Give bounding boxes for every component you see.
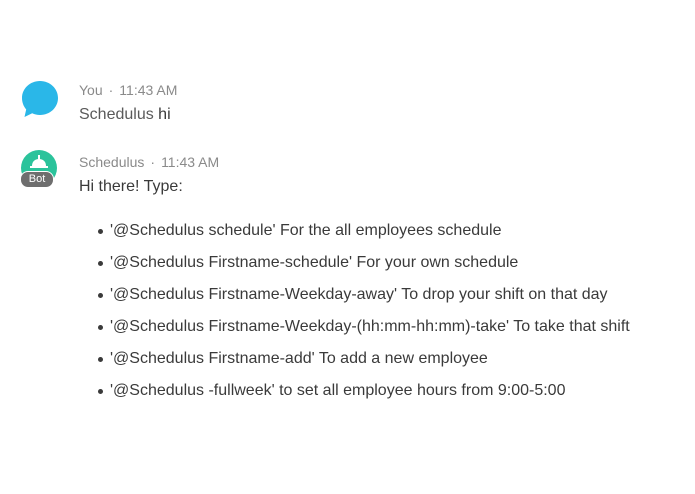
list-item: '@Schedulus schedule' For the all employ… <box>98 221 630 253</box>
bot-badge: Bot <box>20 171 54 188</box>
message-time: 11:43 AM <box>119 82 178 98</box>
mention[interactable]: Schedulus <box>79 106 154 123</box>
list-item: '@Schedulus Firstname-Weekday-away' To d… <box>98 285 630 317</box>
meta-separator: · <box>108 82 114 98</box>
message-meta: You · 11:43 AM <box>79 82 177 98</box>
meta-separator: · <box>150 154 156 170</box>
list-item: '@Schedulus Firstname-Weekday-(hh:mm-hh:… <box>98 317 630 349</box>
message-time: 11:43 AM <box>161 154 220 170</box>
list-item: '@Schedulus Firstname-add' To add a new … <box>98 349 630 381</box>
sender-name: You <box>79 82 103 98</box>
message-meta: Schedulus · 11:43 AM <box>79 154 219 170</box>
command-list: '@Schedulus schedule' For the all employ… <box>98 221 630 413</box>
user-avatar[interactable] <box>20 80 60 120</box>
message-text: Schedulus hi <box>79 106 171 124</box>
sender-name: Schedulus <box>79 154 145 170</box>
message-intro: Hi there! Type: <box>79 178 183 195</box>
list-item: '@Schedulus Firstname-schedule' For your… <box>98 253 630 285</box>
message-body: hi <box>153 106 171 123</box>
bot-avatar[interactable]: Bot <box>20 150 60 190</box>
list-item: '@Schedulus -fullweek' to set all employ… <box>98 381 630 413</box>
chat-bubble-icon <box>22 81 58 117</box>
